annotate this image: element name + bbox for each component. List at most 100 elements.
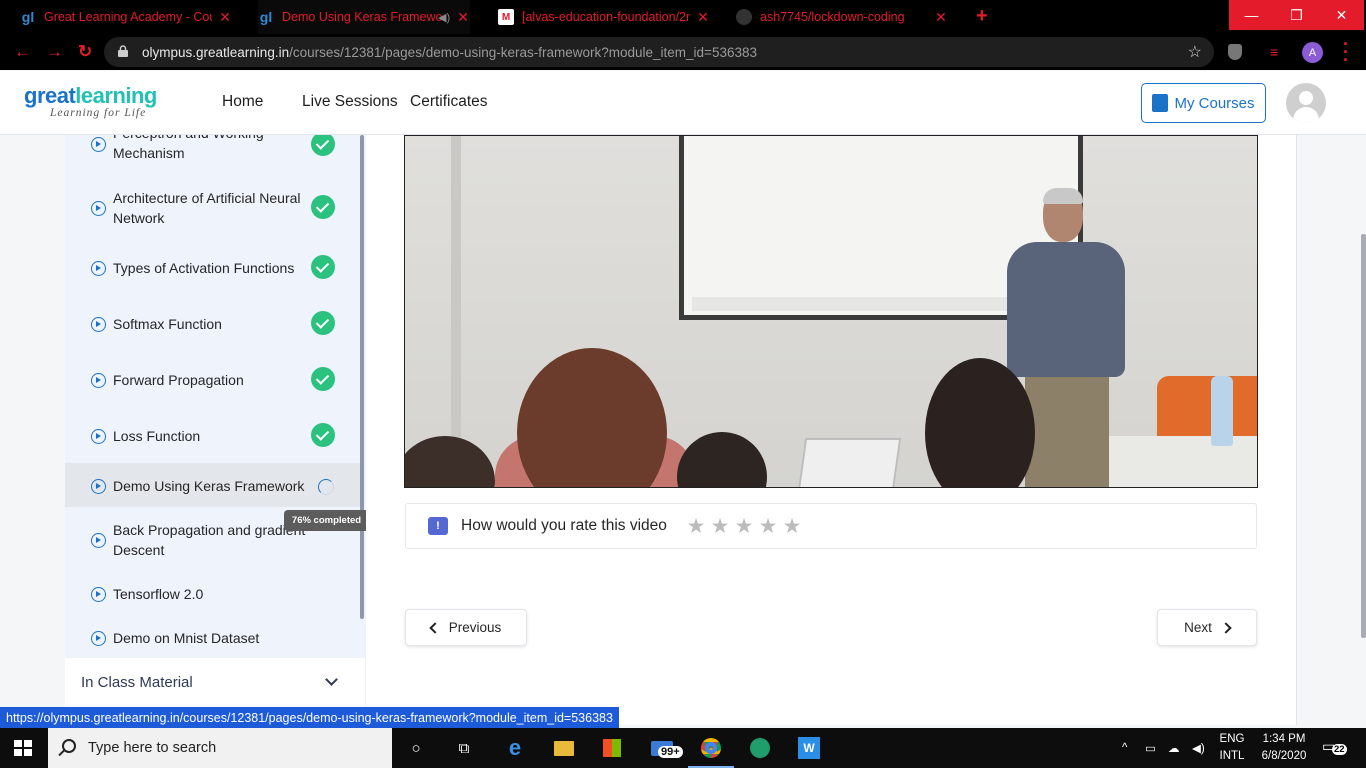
clock[interactable]: 1:34 PM 6/8/2020 — [1256, 731, 1312, 765]
play-circle-icon — [91, 429, 106, 444]
language-indicator[interactable]: ENG INTL — [1212, 731, 1252, 765]
star-icon[interactable]: ★ — [758, 514, 778, 539]
greatlearning-icon: gl — [259, 9, 273, 25]
minimize-button[interactable]: — — [1229, 0, 1274, 30]
tab-title: Great Learning Academy - Course — [44, 10, 212, 24]
close-icon[interactable]: ✕ — [456, 9, 470, 26]
page-scrollbar[interactable] — [1361, 234, 1366, 638]
back-arrow-icon[interactable]: ← — [14, 42, 31, 62]
windows-start-icon[interactable] — [14, 740, 32, 756]
check-circle-icon — [311, 135, 335, 156]
search-placeholder: Type here to search — [88, 740, 217, 756]
play-circle-icon — [91, 201, 106, 216]
next-label: Next — [1184, 620, 1212, 635]
play-circle-icon — [91, 587, 106, 602]
play-circle-icon — [91, 317, 106, 332]
chevron-left-icon — [429, 621, 441, 634]
nav-live-sessions[interactable]: Live Sessions — [302, 93, 398, 111]
volume-icon[interactable]: ◀) — [1192, 728, 1205, 768]
gmail-icon: M — [498, 9, 514, 25]
restore-button[interactable]: ❐ — [1274, 0, 1319, 30]
check-circle-icon — [311, 423, 335, 447]
my-courses-button[interactable]: My Courses — [1141, 83, 1266, 123]
next-button[interactable]: Next — [1157, 609, 1257, 646]
sidebar-item-label: Architecture of Artificial Neural Networ… — [113, 190, 301, 226]
play-circle-icon — [91, 261, 106, 276]
omnibox[interactable]: olympus.greatlearning.in/courses/12381/p… — [104, 37, 1214, 67]
star-icon[interactable]: ★ — [782, 514, 802, 539]
shield-extension-icon[interactable] — [1228, 44, 1242, 60]
user-avatar[interactable] — [1286, 83, 1326, 123]
taskbar-search-box[interactable]: Type here to search — [48, 728, 392, 768]
star-icon[interactable]: ★ — [710, 514, 730, 539]
close-icon[interactable]: ✕ — [218, 9, 232, 26]
previous-button[interactable]: Previous — [405, 609, 527, 646]
nav-certificates[interactable]: Certificates — [410, 93, 488, 111]
battery-icon[interactable]: ▭ — [1145, 728, 1156, 768]
in-class-material-section[interactable]: In Class Material — [65, 658, 365, 708]
cortana-icon[interactable]: ○ — [404, 736, 428, 760]
sidebar-item-loss-function[interactable]: Loss Function — [65, 411, 361, 461]
tab-github[interactable]: ash7745/lockdown-coding ✕ — [736, 0, 948, 34]
address-bar-row: ← → ↻ olympus.greatlearning.in/courses/1… — [0, 34, 1366, 70]
star-icon[interactable]: ★ — [734, 514, 754, 539]
sidebar-item-demo-keras[interactable]: Demo Using Keras Framework — [65, 463, 361, 507]
store-icon[interactable] — [600, 736, 624, 760]
close-icon[interactable]: ✕ — [934, 9, 948, 26]
app-icon[interactable] — [748, 736, 772, 760]
sidebar-item-softmax[interactable]: Softmax Function — [65, 299, 361, 349]
tab-gmail[interactable]: M [alvas-education-foundation/2nd ✕ — [498, 0, 710, 34]
close-icon[interactable]: ✕ — [696, 9, 710, 26]
browser-menu-icon[interactable]: · · · — [1343, 35, 1349, 69]
chevron-right-icon — [1220, 621, 1232, 634]
mail-badge: 99+ — [658, 746, 683, 758]
sidebar-item-label: Perceptron and Working Mechanism — [113, 135, 264, 161]
sidebar-item-label: Loss Function — [113, 428, 201, 444]
notification-center-icon[interactable]: ▭ 22 — [1322, 738, 1347, 758]
greatlearning-logo[interactable]: greatlearning Learning for Life — [24, 85, 157, 120]
nav-home[interactable]: Home — [222, 93, 263, 111]
search-icon — [62, 739, 76, 753]
sidebar-item-tensorflow[interactable]: Tensorflow 2.0 — [65, 581, 361, 607]
extension-icon[interactable]: ≡ — [1270, 44, 1278, 60]
play-circle-icon — [91, 479, 106, 494]
sidebar-item-architecture[interactable]: Architecture of Artificial Neural Networ… — [65, 179, 361, 235]
progress-spinner-icon — [318, 479, 334, 495]
progress-tooltip: 76% completed — [284, 510, 369, 531]
rating-stars[interactable]: ★ ★ ★ ★ ★ — [686, 514, 802, 539]
tray-chevron-icon[interactable]: ^ — [1122, 728, 1127, 768]
sidebar-item-label: Types of Activation Functions — [113, 260, 295, 276]
task-view-icon[interactable]: ⧉ — [452, 736, 476, 760]
edge-icon[interactable]: e — [503, 735, 527, 760]
speaker-icon[interactable]: ◀) — [438, 11, 450, 24]
sidebar-item-activation[interactable]: Types of Activation Functions — [65, 243, 361, 293]
status-bar-url: https://olympus.greatlearning.in/courses… — [0, 707, 619, 728]
lock-icon — [118, 45, 128, 57]
video-player[interactable] — [404, 135, 1258, 488]
bookmark-star-icon[interactable]: ☆ — [1188, 42, 1202, 62]
new-tab-button[interactable]: + — [976, 5, 988, 28]
play-circle-icon — [91, 631, 106, 646]
tab-demo-using-keras[interactable]: gl Demo Using Keras Framework ◀) ✕ — [258, 0, 471, 34]
star-icon[interactable]: ★ — [686, 514, 706, 539]
file-explorer-icon[interactable] — [552, 736, 576, 760]
chrome-icon[interactable] — [688, 736, 734, 768]
rating-prompt: How would you rate this video — [461, 517, 667, 534]
play-circle-icon — [91, 137, 106, 152]
close-window-button[interactable]: ✕ — [1319, 0, 1364, 30]
check-circle-icon — [311, 367, 335, 391]
onedrive-icon[interactable]: ☁ — [1168, 728, 1180, 768]
forward-arrow-icon[interactable]: → — [46, 42, 63, 62]
chevron-down-icon[interactable] — [325, 673, 338, 686]
sidebar-item-forward-propagation[interactable]: Forward Propagation — [65, 355, 361, 405]
reload-icon[interactable]: ↻ — [78, 42, 92, 62]
wps-icon[interactable]: W — [797, 736, 821, 760]
greatlearning-icon: gl — [21, 9, 35, 25]
feedback-icon: ! — [428, 517, 448, 535]
sidebar-item-label: Softmax Function — [113, 316, 222, 332]
tab-title: ash7745/lockdown-coding — [760, 10, 905, 24]
tab-great-learning-academy[interactable]: gl Great Learning Academy - Course ✕ — [20, 0, 232, 34]
sidebar-scrollbar[interactable] — [360, 135, 364, 619]
profile-avatar[interactable]: A — [1302, 42, 1323, 63]
sidebar-item-mnist[interactable]: Demo on Mnist Dataset — [65, 625, 361, 651]
